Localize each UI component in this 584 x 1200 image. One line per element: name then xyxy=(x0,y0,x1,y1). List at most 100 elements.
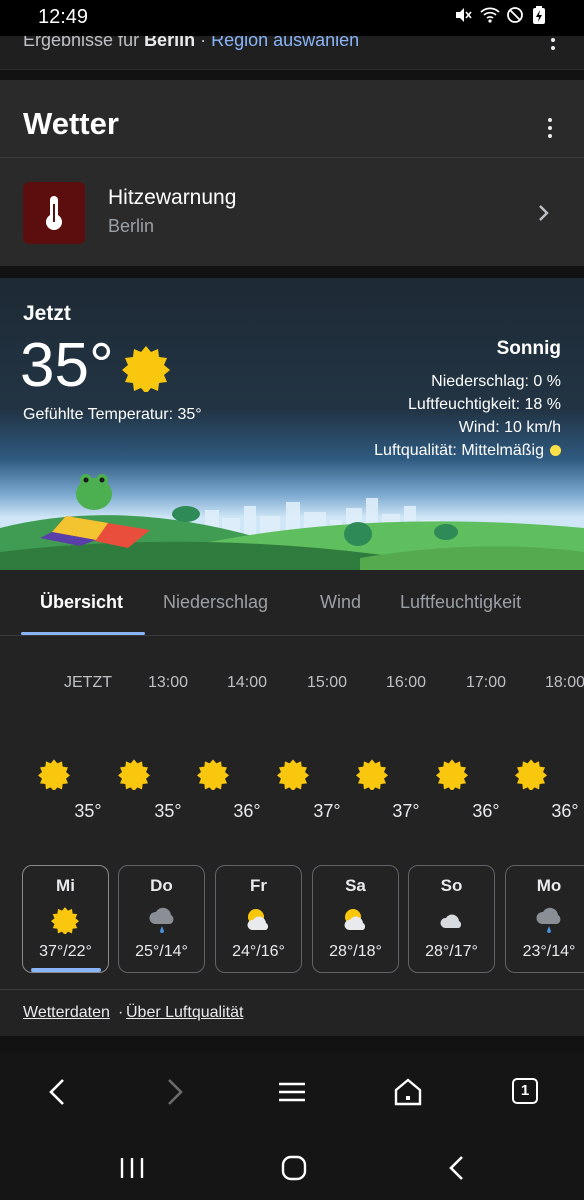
sun-icon xyxy=(38,759,70,790)
hour-time: 18:00 xyxy=(544,674,584,691)
day-temps: 24°/16° xyxy=(232,943,285,960)
hour-time: 16:00 xyxy=(385,674,427,691)
hour-time: 17:00 xyxy=(465,674,507,691)
results-more-icon[interactable] xyxy=(550,38,556,50)
weather-card-header: Wetter xyxy=(0,80,584,158)
partly-cloudy-icon xyxy=(344,909,366,930)
rain-cloud-icon xyxy=(536,907,561,933)
menu-icon[interactable] xyxy=(274,1074,310,1110)
day-card-mo[interactable]: Mo 23°/14° xyxy=(505,865,584,973)
current-details: Niederschlag: 0 % Luftfeuchtigkeit: 18 %… xyxy=(374,370,561,462)
cloud-icon xyxy=(440,914,462,928)
home-icon[interactable] xyxy=(390,1074,426,1110)
home-button-icon[interactable] xyxy=(276,1150,312,1186)
weather-data-link[interactable]: Wetterdaten xyxy=(23,1004,110,1022)
day-temps: 28°/18° xyxy=(329,943,382,960)
day-card-sa[interactable]: Sa 28°/18° xyxy=(312,865,399,973)
air-quality-dot xyxy=(550,445,561,457)
day-name: Do xyxy=(150,876,173,895)
precipitation: Niederschlag: 0 % xyxy=(431,373,561,390)
day-name: Mi xyxy=(56,876,75,895)
sun-icon xyxy=(515,759,547,790)
selected-day-indicator xyxy=(31,968,101,972)
region-select-link[interactable]: Region auswählen xyxy=(211,36,359,50)
day-temps: 25°/14° xyxy=(135,943,188,960)
humidity: Luftfeuchtigkeit: 18 % xyxy=(408,396,561,413)
tab-precipitation[interactable]: Niederschlag xyxy=(163,592,268,613)
weather-more-icon[interactable] xyxy=(547,118,553,138)
air-quality-label: Luftqualität: Mittelmäßig xyxy=(374,442,544,459)
weather-footer: Wetterdaten · Über Luftqualität xyxy=(0,990,584,1036)
day-temps: 23°/14° xyxy=(522,943,576,960)
browser-toolbar: 1 xyxy=(0,1052,584,1132)
warning-badge xyxy=(23,182,85,244)
sun-icon xyxy=(436,759,468,790)
tab-wind[interactable]: Wind xyxy=(320,592,361,613)
status-time: 12:49 xyxy=(38,6,89,28)
sun-icon xyxy=(277,759,309,790)
results-separator: · xyxy=(195,36,212,50)
mute-icon xyxy=(454,6,472,24)
wifi-icon xyxy=(480,6,500,24)
tab-humidity[interactable]: Luftfeuchtigkeit xyxy=(400,592,521,613)
weather-illustration xyxy=(0,474,584,570)
hourly-forecast: JETZT 35° 13:00 35° 14:00 36° 15:00 37° … xyxy=(0,636,584,846)
air-quality-link[interactable]: Über Luftqualität xyxy=(126,1004,243,1022)
rain-cloud-icon xyxy=(149,907,174,933)
wind: Wind: 10 km/h xyxy=(458,419,561,436)
divider xyxy=(0,70,584,80)
sun-icon xyxy=(197,759,229,790)
system-navigation-bar xyxy=(0,1132,584,1200)
hour-temp: 36° xyxy=(233,801,261,821)
sun-icon xyxy=(51,907,79,934)
day-temps: 37°/22° xyxy=(39,943,92,960)
heat-warning-row[interactable] xyxy=(0,158,584,266)
sun-icon xyxy=(118,759,150,790)
day-card-mi[interactable]: Mi 37°/22° xyxy=(22,865,109,973)
sun-icon xyxy=(122,346,170,392)
chevron-right-icon[interactable] xyxy=(536,203,552,223)
day-card-so[interactable]: So 28°/17° xyxy=(408,865,495,973)
now-label: Jetzt xyxy=(23,302,71,325)
system-back-icon[interactable] xyxy=(440,1150,476,1186)
hour-time: 13:00 xyxy=(147,674,189,691)
warning-location: Berlin xyxy=(108,216,155,236)
forward-arrow-icon[interactable] xyxy=(156,1074,192,1110)
hour-temp: 36° xyxy=(551,801,579,821)
air-quality: Luftqualität: Mittelmäßig xyxy=(374,439,561,462)
day-card-fr[interactable]: Fr 24°/16° xyxy=(215,865,302,973)
active-tab-indicator xyxy=(21,632,145,635)
hour-temp: 35° xyxy=(74,801,102,821)
hour-temp: 36° xyxy=(472,801,500,821)
results-text: Ergebnisse für Berlin · Region auswählen xyxy=(23,36,359,51)
day-name: Fr xyxy=(250,876,267,895)
daily-forecast: Mi 37°/22° Do 25°/14° Fr 24°/16° Sa 28°/… xyxy=(0,846,584,990)
sun-icon xyxy=(356,759,388,790)
status-icons xyxy=(454,6,550,24)
day-name: So xyxy=(440,876,463,895)
results-place: Berlin xyxy=(144,36,196,50)
hour-temp: 37° xyxy=(392,801,420,821)
current-temperature: 35° xyxy=(20,331,114,400)
battery-charging-icon xyxy=(532,6,550,24)
day-name: Mo xyxy=(536,876,562,895)
hour-time: 15:00 xyxy=(306,674,348,691)
weather-title: Wetter xyxy=(23,106,119,141)
results-bar: Ergebnisse für Berlin · Region auswählen xyxy=(0,36,584,70)
divider xyxy=(0,266,584,278)
back-arrow-icon[interactable] xyxy=(40,1074,76,1110)
tabs-button[interactable]: 1 xyxy=(508,1074,544,1110)
current-weather-panel: Jetzt 35° Gefühlte Temperatur: 35° Sonni… xyxy=(0,278,584,570)
partly-cloudy-icon xyxy=(247,909,269,930)
day-card-do[interactable]: Do 25°/14° xyxy=(118,865,205,973)
recent-apps-icon[interactable] xyxy=(114,1150,150,1186)
tab-overview[interactable]: Übersicht xyxy=(40,592,123,613)
feels-like: Gefühlte Temperatur: 35° xyxy=(23,406,202,423)
hour-temp: 37° xyxy=(313,801,341,821)
day-name: Sa xyxy=(345,876,366,895)
thermometer-icon xyxy=(46,196,62,230)
status-bar: 12:49 xyxy=(0,0,584,36)
condition: Sonnig xyxy=(496,338,561,359)
hour-time: 14:00 xyxy=(226,674,268,691)
day-temps: 28°/17° xyxy=(425,943,478,960)
